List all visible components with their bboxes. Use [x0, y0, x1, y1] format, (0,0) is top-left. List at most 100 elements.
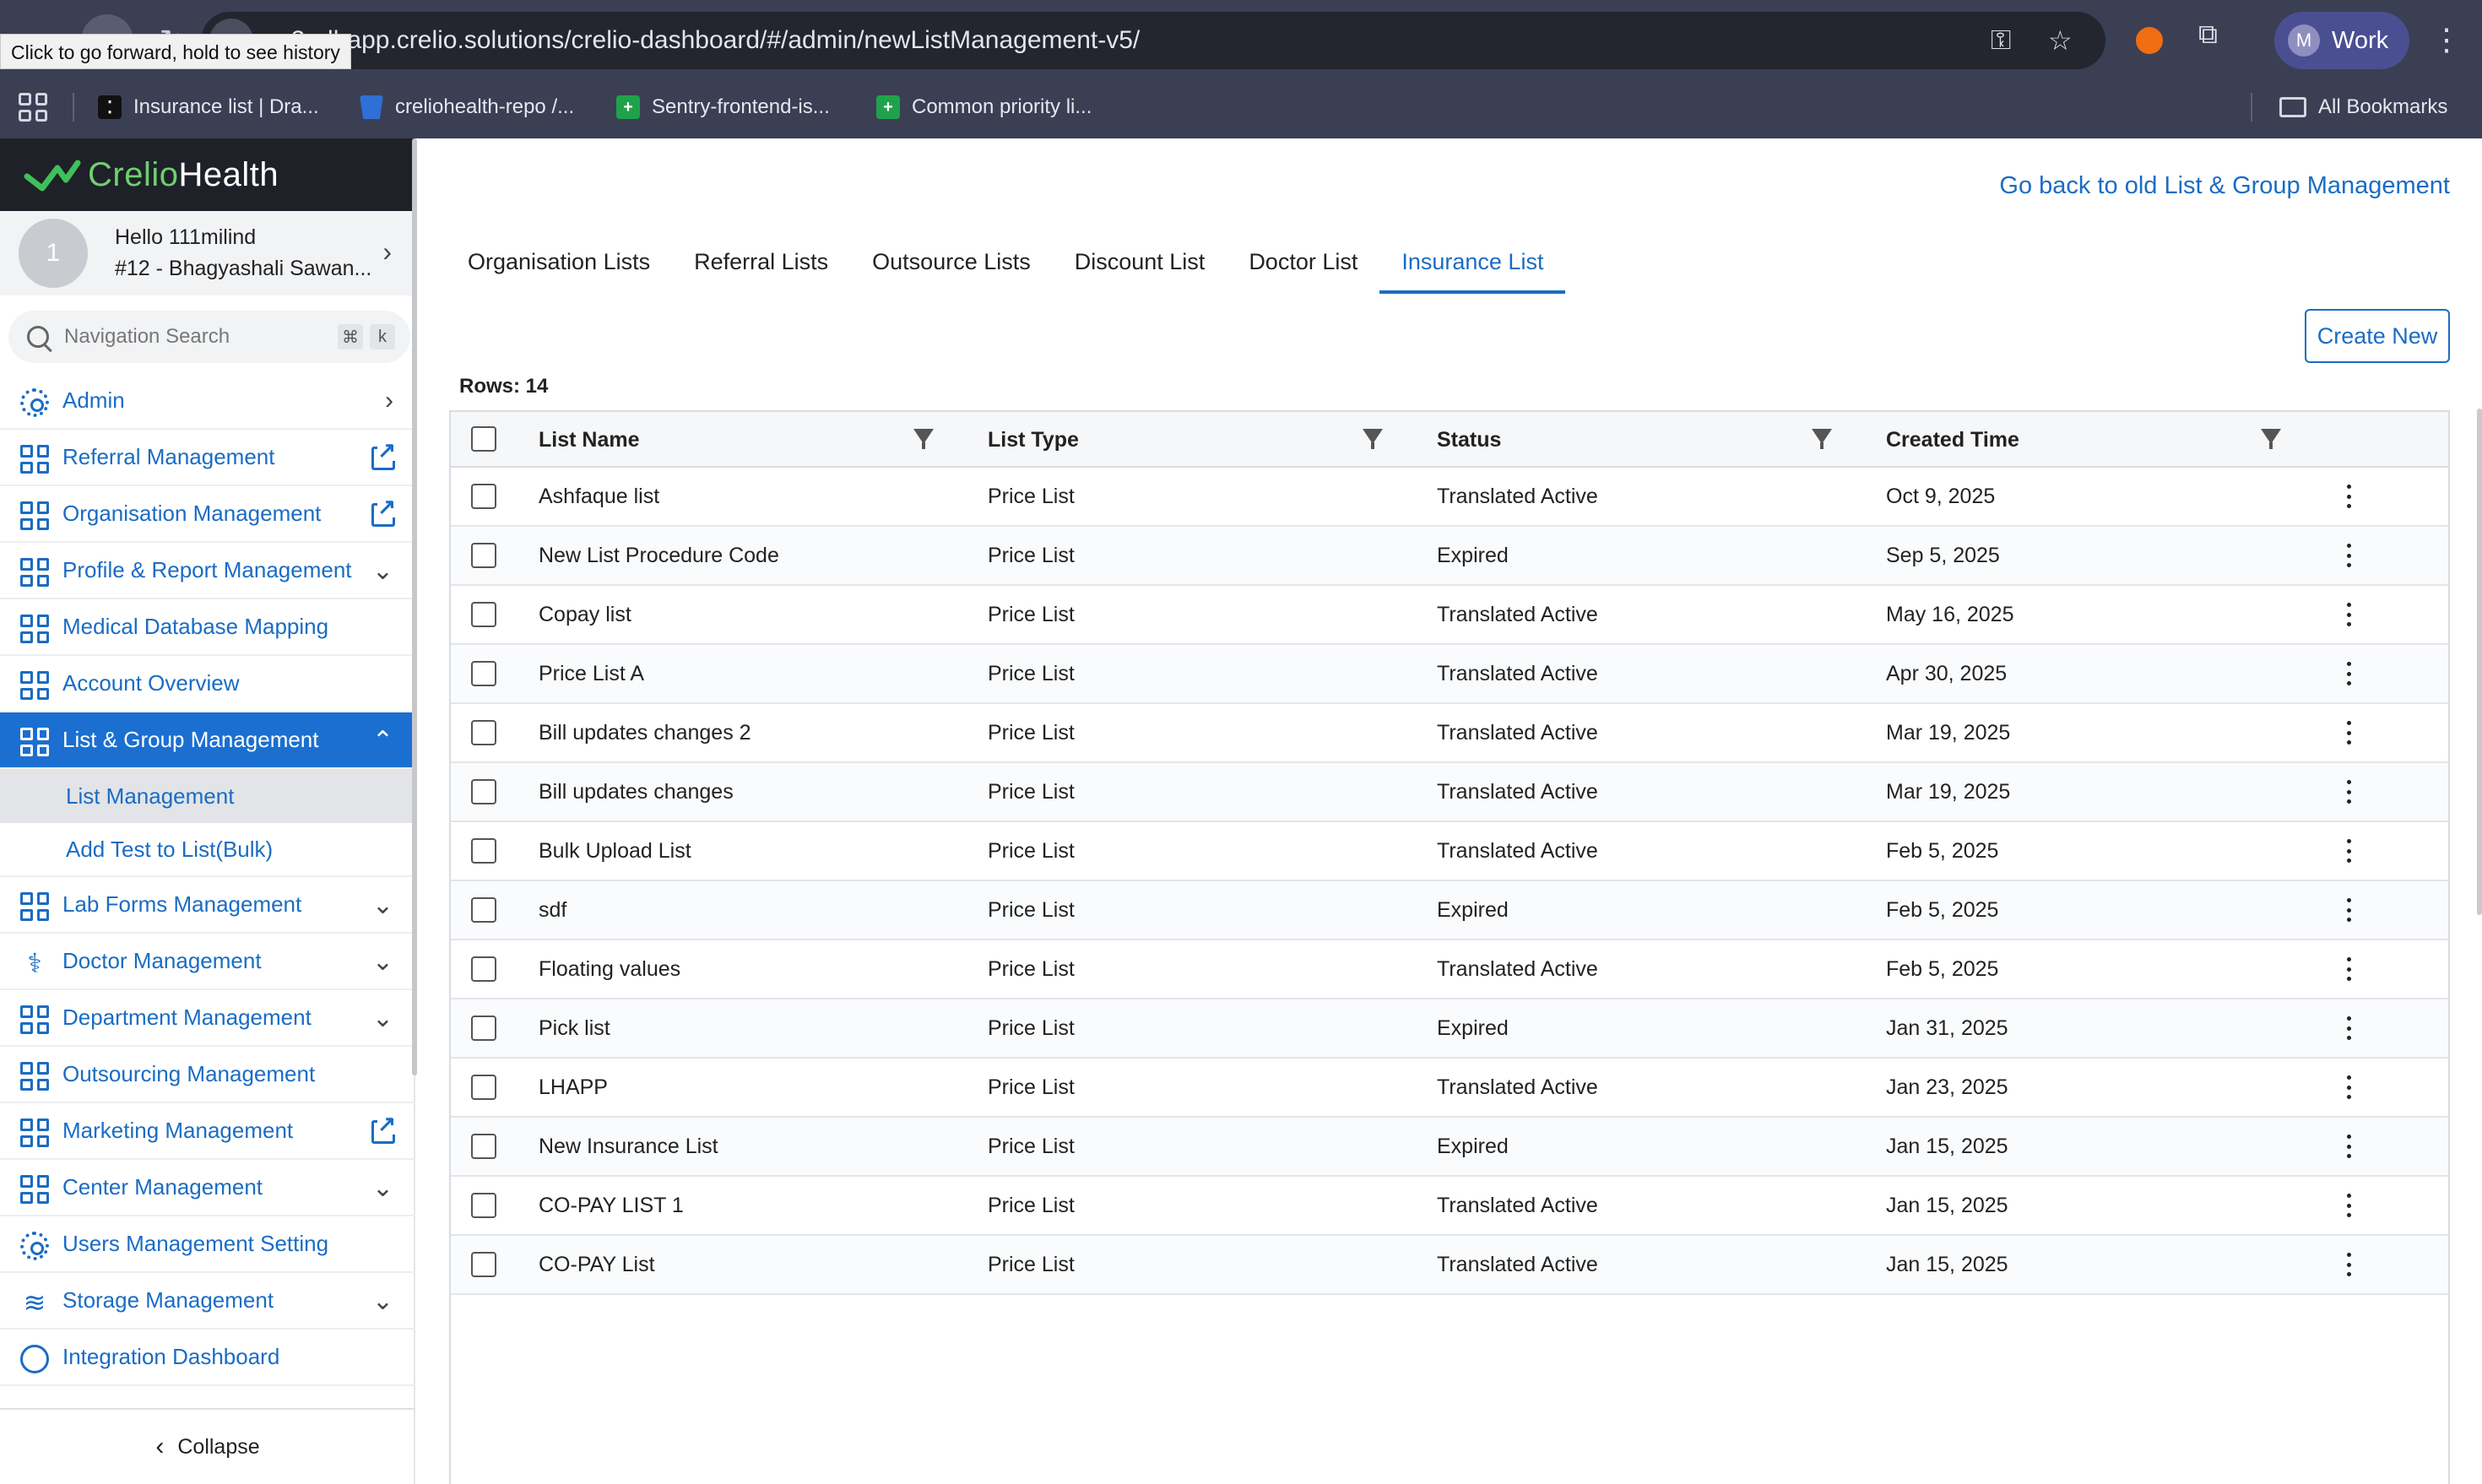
row-checkbox[interactable]	[471, 602, 496, 627]
table-row[interactable]: sdf Price List Expired Feb 5, 2025	[451, 881, 2448, 940]
sidebar-item-marketing-management[interactable]: Marketing Management	[0, 1103, 415, 1160]
row-actions-kebab-icon[interactable]	[2347, 721, 2352, 745]
sidebar-item-users-management-setting[interactable]: Users Management Setting	[0, 1216, 415, 1273]
table-row[interactable]: Price List A Price List Translated Active A…	[451, 645, 2448, 704]
column-header-list-type[interactable]: List Type	[988, 412, 1079, 468]
extensions-puzzle-icon[interactable]: ⧉	[2198, 19, 2218, 51]
filter-icon[interactable]	[1812, 429, 1832, 449]
row-actions-kebab-icon[interactable]	[2347, 662, 2352, 685]
sidebar-item-storage-management[interactable]: ≋ Storage Management ⌄	[0, 1273, 415, 1330]
table-row[interactable]: Floating values Price List Translated Acti…	[451, 940, 2448, 999]
sidebar-item-center-management[interactable]: Center Management ⌄	[0, 1160, 415, 1216]
filter-icon[interactable]	[2261, 429, 2281, 449]
tab-outsource-lists[interactable]: Outsource Lists	[850, 230, 1053, 294]
table-row[interactable]: Bulk Upload List Price List Translated Act…	[451, 822, 2448, 881]
sidebar-item-department-management[interactable]: Department Management ⌄	[0, 990, 415, 1047]
table-row[interactable]: Ashfaque list Price List Translated Active…	[451, 468, 2448, 527]
row-checkbox[interactable]	[471, 897, 496, 923]
external-link-icon[interactable]	[371, 496, 397, 527]
table-row[interactable]: New List Procedure Code Price List Expired…	[451, 527, 2448, 586]
sidebar-item-account-overview[interactable]: Account Overview	[0, 656, 415, 712]
chevron-left-icon: ‹	[155, 1433, 165, 1460]
sidebar-item-medical-database-mapping[interactable]: Medical Database Mapping	[0, 599, 415, 656]
select-all-checkbox[interactable]	[471, 426, 496, 452]
table-row[interactable]: Pick list Price List Expired Jan 31, 2025	[451, 999, 2448, 1059]
row-checkbox[interactable]	[471, 661, 496, 686]
table-row[interactable]: New Insurance List Price List Expired Jan 1…	[451, 1118, 2448, 1177]
column-header-created-time[interactable]: Created Time	[1886, 412, 2019, 468]
tab-discount-list[interactable]: Discount List	[1053, 230, 1227, 294]
table-row[interactable]: Bill updates changes 2 Price List Translat…	[451, 704, 2448, 763]
page-scrollbar[interactable]	[2477, 409, 2482, 915]
row-checkbox[interactable]	[471, 484, 496, 509]
external-link-icon[interactable]	[371, 1113, 397, 1144]
row-actions-kebab-icon[interactable]	[2347, 839, 2352, 863]
row-checkbox[interactable]	[471, 1252, 496, 1277]
filter-icon[interactable]	[1363, 429, 1383, 449]
user-card[interactable]: 1 Hello 111milind #12 - Bhagyashali Sawa…	[0, 211, 415, 295]
row-checkbox[interactable]	[471, 838, 496, 864]
row-actions-kebab-icon[interactable]	[2347, 1075, 2352, 1099]
extension-orange-icon[interactable]	[2136, 27, 2163, 54]
row-checkbox[interactable]	[471, 779, 496, 804]
tab-doctor-list[interactable]: Doctor List	[1227, 230, 1379, 294]
sidebar-item-admin[interactable]: Admin ›	[0, 373, 415, 430]
all-bookmarks[interactable]: All Bookmarks	[2279, 91, 2447, 123]
bookmark-item[interactable]: + Sentry-frontend-is...	[616, 91, 830, 123]
table-row[interactable]: CO-PAY LIST 1 Price List Translated Active…	[451, 1177, 2448, 1236]
bookmark-item[interactable]: creliohealth-repo /...	[360, 91, 574, 123]
bookmark-star-icon[interactable]: ☆	[2048, 24, 2073, 57]
navigation-search-input[interactable]: Navigation Search ⌘ k	[8, 311, 410, 363]
sidebar-item-referral-management[interactable]: Referral Management	[0, 430, 415, 486]
row-checkbox[interactable]	[471, 1134, 496, 1159]
url-text[interactable]: e2e-lhapp.crelio.solutions/crelio-dashbo…	[277, 26, 1140, 55]
sidebar-item-doctor-management[interactable]: ⚕ Doctor Management ⌄	[0, 934, 415, 990]
row-actions-kebab-icon[interactable]	[2347, 544, 2352, 567]
tab-organisation-lists[interactable]: Organisation Lists	[446, 230, 672, 294]
external-link-icon[interactable]	[371, 439, 397, 470]
sidebar-item-integration-dashboard[interactable]: Integration Dashboard	[0, 1330, 415, 1386]
collapse-button[interactable]: ‹ Collapse	[0, 1408, 415, 1484]
table-row[interactable]: Copay list Price List Translated Active May…	[451, 586, 2448, 645]
tab-referral-lists[interactable]: Referral Lists	[672, 230, 850, 294]
old-management-link[interactable]: Go back to old List & Group Management	[1999, 172, 2450, 200]
row-checkbox[interactable]	[471, 1075, 496, 1100]
sidebar-item-profile-report-management[interactable]: Profile & Report Management ⌄	[0, 543, 415, 599]
column-header-status[interactable]: Status	[1437, 412, 1501, 468]
tab-insurance-list[interactable]: Insurance List	[1379, 230, 1566, 294]
password-key-icon[interactable]: ⚿	[1991, 24, 2011, 57]
sidebar-item-organisation-management[interactable]: Organisation Management	[0, 486, 415, 543]
bookmark-item[interactable]: ⁚ Insurance list | Dra...	[98, 91, 319, 123]
row-actions-kebab-icon[interactable]	[2347, 780, 2352, 804]
table-row[interactable]: LHAPP Price List Translated Active Jan 23, …	[451, 1059, 2448, 1118]
bookmark-item[interactable]: + Common priority li...	[876, 91, 1092, 123]
address-bar[interactable]: e2e-lhapp.crelio.solutions/crelio-dashbo…	[201, 12, 2105, 69]
row-actions-kebab-icon[interactable]	[2347, 957, 2352, 981]
sidebar-item-outsourcing-management[interactable]: Outsourcing Management	[0, 1047, 415, 1103]
sidebar-subitem-list-management[interactable]: List Management	[0, 769, 415, 823]
row-checkbox[interactable]	[471, 1193, 496, 1218]
row-actions-kebab-icon[interactable]	[2347, 1016, 2352, 1040]
table-row[interactable]: CO-PAY List Price List Translated Active Ja…	[451, 1236, 2448, 1295]
profile-button[interactable]: M Work	[2274, 12, 2409, 69]
row-actions-kebab-icon[interactable]	[2347, 1135, 2352, 1158]
chevron-right-icon[interactable]: ›	[382, 236, 392, 268]
filter-icon[interactable]	[913, 429, 934, 449]
create-new-button[interactable]: Create New	[2305, 309, 2450, 363]
sidebar-item-lab-forms-management[interactable]: Lab Forms Management ⌄	[0, 877, 415, 934]
row-actions-kebab-icon[interactable]	[2347, 603, 2352, 626]
row-actions-kebab-icon[interactable]	[2347, 485, 2352, 508]
browser-menu-icon[interactable]: ⋮	[2431, 22, 2462, 57]
row-actions-kebab-icon[interactable]	[2347, 1194, 2352, 1217]
row-actions-kebab-icon[interactable]	[2347, 1253, 2352, 1276]
table-row[interactable]: Bill updates changes Price List Translated…	[451, 763, 2448, 822]
column-header-list-name[interactable]: List Name	[539, 412, 639, 468]
row-checkbox[interactable]	[471, 956, 496, 982]
sidebar-subitem-add-test-to-list[interactable]: Add Test to List(Bulk)	[0, 823, 415, 877]
sidebar-item-list-group-management[interactable]: List & Group Management ⌃	[0, 712, 415, 769]
row-actions-kebab-icon[interactable]	[2347, 898, 2352, 922]
row-checkbox[interactable]	[471, 1016, 496, 1041]
row-checkbox[interactable]	[471, 543, 496, 568]
apps-grid-icon[interactable]	[19, 93, 47, 122]
row-checkbox[interactable]	[471, 720, 496, 745]
